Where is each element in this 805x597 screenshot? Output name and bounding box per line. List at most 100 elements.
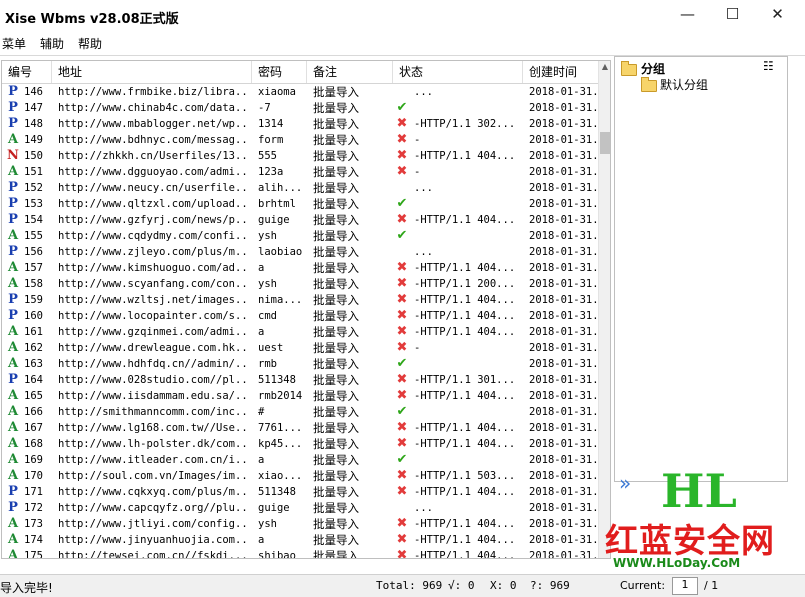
minimize-button[interactable]: — — [665, 0, 710, 30]
row-url: http://www.cqdydmy.com/confi... — [58, 230, 248, 242]
row-status: -HTTP/1.1 404... — [414, 438, 516, 450]
row-note: 批量导入 — [313, 101, 359, 115]
row-id: 151 — [24, 166, 43, 178]
row-created: 2018-01-31... — [529, 150, 599, 162]
row-status: -HTTP/1.1 404... — [414, 390, 516, 402]
group-tree: 分组 默认分组 — [614, 56, 788, 482]
status-unknown-count: ?: 969 — [530, 579, 570, 592]
row-note: 批量导入 — [313, 453, 359, 467]
column-note[interactable]: 备注 — [307, 61, 393, 83]
row-created: 2018-01-31... — [529, 438, 599, 450]
table-row[interactable]: A 173 http://www.jtliyi.com/config... ysh 批量… — [2, 516, 599, 532]
table-row[interactable]: P 160 http://www.locopainter.com/s... cmd 批量… — [2, 308, 599, 324]
table-row[interactable]: P 153 http://www.qltzxl.com/upload... brhtm… — [2, 196, 599, 212]
row-password: brhtml — [258, 198, 296, 210]
script-type-icon: A — [7, 132, 19, 147]
row-url: http://www.jtliyi.com/config... — [58, 518, 248, 530]
row-password: rmb2014 — [258, 390, 303, 402]
table-row[interactable]: P 172 http://www.capcqyfz.org//plu... guige… — [2, 500, 599, 516]
close-button[interactable]: ✕ — [755, 0, 800, 30]
menu-help[interactable]: 帮助 — [78, 35, 102, 52]
watermark-hl: HL — [661, 464, 737, 518]
cross-icon: ✖ — [396, 148, 408, 163]
column-created[interactable]: 创建时间 — [523, 61, 598, 83]
tree-default-group[interactable]: 默认分组 — [660, 76, 708, 93]
maximize-button[interactable]: ☐ — [710, 0, 755, 30]
script-type-icon: A — [7, 324, 19, 339]
column-status[interactable]: 状态 — [393, 61, 523, 83]
table-row[interactable]: A 168 http://www.lh-polster.dk/com... kp45.… — [2, 436, 599, 452]
row-status: - — [414, 134, 421, 146]
column-url[interactable]: 地址 — [52, 61, 252, 83]
table-row[interactable]: A 163 http://www.hdhfdq.cn//admin/... rmb 批量… — [2, 356, 599, 372]
table-row[interactable]: N 150 http://zhkkh.cn/Userfiles/13... 555 批量… — [2, 148, 599, 164]
row-created: 2018-01-31... — [529, 294, 599, 306]
column-password[interactable]: 密码 — [252, 61, 307, 83]
row-status: ... — [414, 182, 433, 194]
table-row[interactable]: A 158 http://www.scyanfang.com/con... ysh 批量… — [2, 276, 599, 292]
table-row[interactable]: A 169 http://www.itleader.com.cn/i... a 批量导入… — [2, 452, 599, 468]
table-row[interactable]: P 152 http://www.neucy.cn/userfile... alih.… — [2, 180, 599, 196]
shell-list[interactable]: 编号 地址 密码 备注 状态 创建时间 P 146 http://www.frmbi… — [1, 60, 611, 559]
table-row[interactable]: A 165 http://www.iisdammam.edu.sa/... rmb20… — [2, 388, 599, 404]
title-bar: Xise Wbms v28.08正式版 — ☐ ✕ — [0, 0, 805, 32]
row-status: -HTTP/1.1 404... — [414, 326, 516, 338]
table-row[interactable]: P 171 http://www.cqkxyq.com/plus/m... 51134… — [2, 484, 599, 500]
table-row[interactable]: A 151 http://www.dgguoyao.com/admi... 123a 批… — [2, 164, 599, 180]
row-note: 批量导入 — [313, 85, 359, 99]
table-row[interactable]: P 156 http://www.zjleyo.com/plus/m... laobi… — [2, 244, 599, 260]
row-status: ... — [414, 502, 433, 514]
script-type-icon: A — [7, 516, 19, 531]
scroll-up-icon[interactable]: ▲ — [599, 61, 610, 73]
row-created: 2018-01-31... — [529, 246, 599, 258]
table-row[interactable]: P 154 http://www.gzfyrj.com/news/p... guige… — [2, 212, 599, 228]
row-id: 159 — [24, 294, 43, 306]
row-status: - — [414, 166, 421, 178]
cross-icon: ✖ — [396, 468, 408, 483]
menu-main[interactable]: 菜单 — [2, 35, 26, 52]
row-created: 2018-01-31... — [529, 310, 599, 322]
script-type-icon: P — [8, 484, 18, 499]
table-row[interactable]: A 166 http://smithmanncomm.com/inc... # 批量导入… — [2, 404, 599, 420]
table-row[interactable]: A 167 http://www.lg168.com.tw//Use... 7761.… — [2, 420, 599, 436]
column-id[interactable]: 编号 — [2, 61, 52, 83]
menu-assist[interactable]: 辅助 — [40, 35, 64, 52]
row-url: http://www.jinyuanhuojia.com... — [58, 534, 248, 546]
cross-icon: ✖ — [396, 436, 408, 451]
row-id: 172 — [24, 502, 43, 514]
row-note: 批量导入 — [313, 341, 359, 355]
row-note: 批量导入 — [313, 501, 359, 515]
vertical-scrollbar[interactable]: ▲ — [598, 61, 610, 558]
row-note: 批量导入 — [313, 469, 359, 483]
table-row[interactable]: A 175 http://tewsei.com.cn//fskdi... shibao… — [2, 548, 599, 558]
script-type-icon: P — [8, 116, 18, 131]
script-type-icon: P — [8, 372, 18, 387]
table-row[interactable]: P 147 http://www.chinab4c.com/data... -7 批量导… — [2, 100, 599, 116]
table-row[interactable]: A 155 http://www.cqdydmy.com/confi... ysh 批量… — [2, 228, 599, 244]
table-row[interactable]: P 148 http://www.mbablogger.net/wp... 1314 批… — [2, 116, 599, 132]
row-url: http://www.gzfyrj.com/news/p... — [58, 214, 248, 226]
row-password: guige — [258, 502, 290, 514]
table-row[interactable]: A 161 http://www.gzqinmei.com/admi... a 批量导入… — [2, 324, 599, 340]
tree-root[interactable]: 分组 — [641, 60, 665, 77]
table-row[interactable]: A 149 http://www.bdhnyc.com/messag... form 批… — [2, 132, 599, 148]
row-created: 2018-01-31... — [529, 182, 599, 194]
row-created: 2018-01-31... — [529, 342, 599, 354]
list-view-icon[interactable]: ☷ — [763, 59, 774, 73]
table-row[interactable]: P 164 http://www.028studio.com//pl... 51134… — [2, 372, 599, 388]
table-row[interactable]: A 162 http://www.drewleague.com.hk... uest 批… — [2, 340, 599, 356]
cross-icon: ✖ — [396, 324, 408, 339]
cross-icon: ✖ — [396, 372, 408, 387]
expand-arrow-icon[interactable]: » — [619, 471, 631, 495]
table-row[interactable]: P 159 http://www.wzltsj.net/images... nima.… — [2, 292, 599, 308]
table-row[interactable]: A 170 http://soul.com.vn/Images/im... xiao.… — [2, 468, 599, 484]
script-type-icon: A — [7, 340, 19, 355]
row-url: http://www.frmbike.biz/libra... — [58, 86, 248, 98]
table-row[interactable]: P 146 http://www.frmbike.biz/libra... xiaom… — [2, 84, 599, 100]
table-row[interactable]: A 174 http://www.jinyuanhuojia.com... a 批量导入… — [2, 532, 599, 548]
row-created: 2018-01-31... — [529, 358, 599, 370]
table-row[interactable]: A 157 http://www.kimshuoguo.com/ad... a 批量导入… — [2, 260, 599, 276]
row-note: 批量导入 — [313, 421, 359, 435]
page-input[interactable]: 1 — [672, 577, 698, 595]
scroll-thumb[interactable] — [600, 132, 610, 154]
